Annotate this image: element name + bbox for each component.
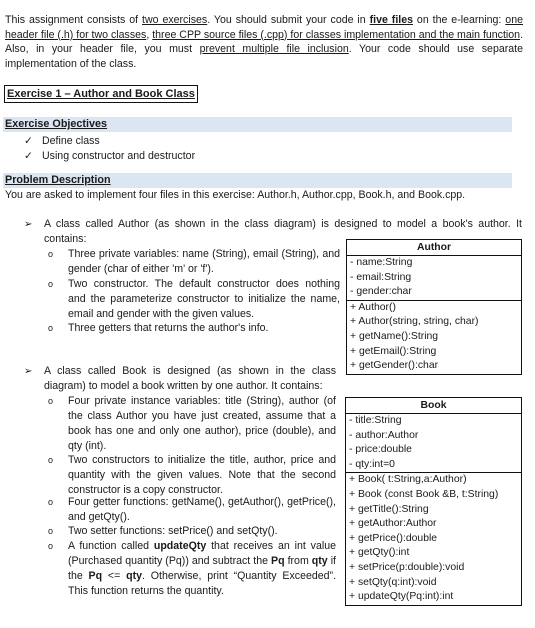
intro-text: on the e-learning: [413, 14, 506, 26]
uml-operation: + setQty(q:int):void [349, 576, 437, 588]
author-item: Three getters that returns the author's … [68, 322, 269, 334]
uml-attributes: - title:String - author:Author - price:d… [346, 414, 521, 474]
uml-class-name: Book [346, 398, 521, 414]
intro-text: . You should submit your code in [207, 14, 370, 26]
circle-bullet-icon: o [48, 541, 54, 551]
book-item: Four private instance variables: title (… [68, 395, 336, 452]
problem-heading: Problem Description [5, 174, 111, 186]
circle-bullet-icon: o [48, 497, 54, 507]
circle-bullet-icon: o [48, 526, 54, 536]
author-item: Two constructor. The default constructor… [68, 278, 340, 320]
uml-operation: + getTitle():String [349, 503, 429, 515]
author-lead: A class called Author (as shown in the c… [44, 218, 522, 230]
book-item: Four getter functions: getName(), getAut… [68, 496, 336, 523]
book-item: Two constructors to initialize the title… [68, 454, 336, 496]
uml-attribute: - price:double [349, 444, 412, 456]
objective-item: ✓ Using constructor and destructor [24, 149, 195, 164]
uml-operation: + Author(string, string, char) [350, 316, 479, 328]
uml-attribute: - qty:int=0 [349, 458, 395, 470]
uml-attribute: - name:String [350, 257, 413, 268]
uml-operation: + getPrice():double [349, 532, 438, 544]
uml-operation: + updateQty(Pq:int):int [349, 591, 454, 603]
item-text: A function called [68, 540, 154, 552]
book-lead: A class called Book is designed (as show… [44, 365, 336, 392]
intro-underline-prevent-inclusion: prevent multiple file inclusion [199, 43, 349, 55]
item-bold: qty [126, 570, 142, 582]
item-bold: qty [311, 555, 328, 567]
item-text: from [284, 555, 312, 567]
uml-operations: + Book( t:String,a:Author) + Book (const… [346, 473, 521, 604]
objective-item: ✓ Define class [24, 134, 100, 149]
check-icon: ✓ [24, 150, 33, 162]
item-bold: Pq [88, 570, 103, 582]
author-class-diagram: Author - name:String - email:String - ge… [346, 239, 522, 375]
uml-operation: + setPrice(p:double):void [349, 561, 465, 573]
intro-paragraph: This assignment consists of two exercise… [5, 13, 523, 71]
uml-attributes: - name:String - email:String - gender:ch… [347, 256, 521, 301]
objective-label: Define class [42, 135, 100, 147]
uml-operation: + getEmail():String [350, 345, 437, 357]
arrow-bullet-icon: ➢ [24, 366, 33, 377]
circle-bullet-icon: o [48, 279, 54, 289]
circle-bullet-icon: o [48, 323, 54, 333]
uml-class-name: Author [347, 240, 521, 256]
uml-operation: + Author() [350, 301, 396, 313]
author-item: Three private variables: name (String), … [68, 248, 340, 275]
uml-operation: + getAuthor:Author [349, 518, 437, 530]
uml-operation: + Book (const Book &B, t:String) [349, 488, 499, 500]
objectives-heading: Exercise Objectives [5, 118, 108, 130]
uml-attribute: - gender:char [350, 286, 412, 298]
book-item: Two setter functions: setPrice() and set… [68, 525, 278, 537]
uml-operations: + Author() + Author(string, string, char… [347, 301, 521, 374]
exercise-title: Exercise 1 – Author and Book Class [4, 85, 198, 103]
author-lead-cont: contains: [44, 233, 87, 245]
item-bold: updateQty [153, 540, 207, 552]
circle-bullet-icon: o [48, 455, 54, 465]
uml-attribute: - title:String [349, 415, 402, 426]
arrow-bullet-icon: ➢ [24, 219, 33, 230]
intro-text: This assignment consists of [5, 14, 143, 26]
intro-underline-cpp-files: three CPP source files (.cpp) for classe… [152, 28, 521, 41]
uml-operation: + Book( t:String,a:Author) [349, 474, 467, 486]
intro-bold-five-files: five files [369, 14, 413, 26]
problem-text: You are asked to implement four files in… [5, 189, 466, 201]
uml-operation: + getQty():int [349, 547, 410, 559]
check-icon: ✓ [24, 135, 33, 147]
intro-underline-two-exercises: two exercises [142, 14, 208, 26]
uml-operation: + getGender():char [350, 360, 439, 372]
circle-bullet-icon: o [48, 249, 54, 259]
book-class-diagram: Book - title:String - author:Author - pr… [345, 397, 522, 606]
circle-bullet-icon: o [48, 396, 54, 406]
uml-operation: + getName():String [350, 330, 439, 342]
item-bold: Pq [271, 555, 285, 567]
objective-label: Using constructor and destructor [42, 150, 196, 162]
item-text: <= [102, 570, 127, 582]
book-item-update-qty: A function called updateQty that receive… [68, 539, 336, 599]
uml-attribute: - email:String [350, 271, 412, 283]
uml-attribute: - author:Author [349, 429, 419, 441]
